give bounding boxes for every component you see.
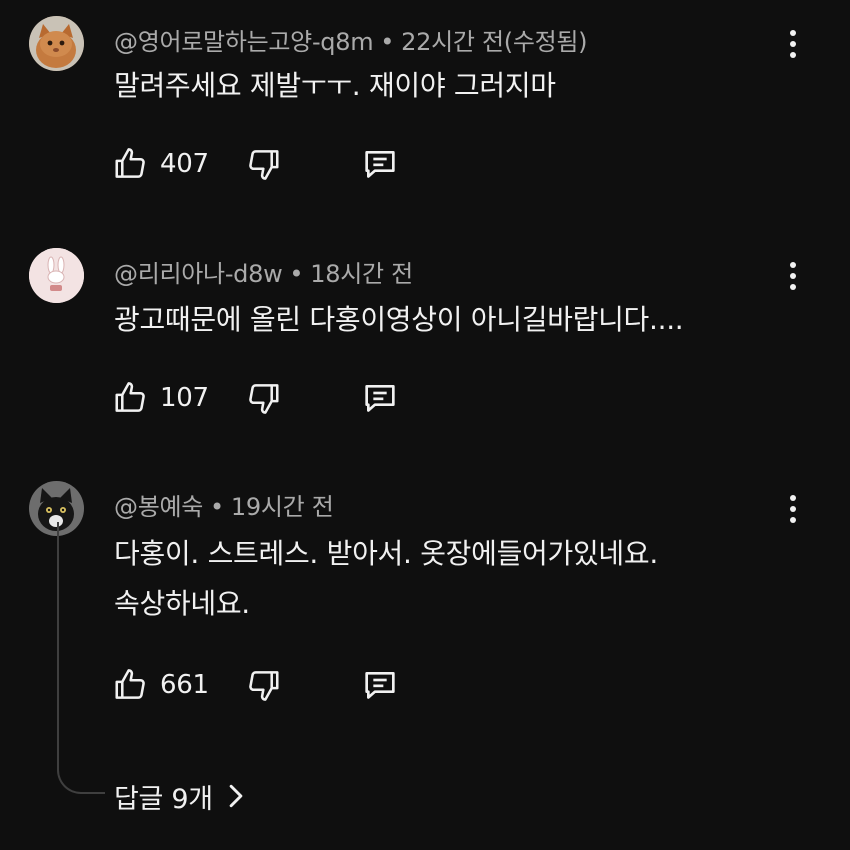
cat-photo-avatar-icon: [29, 16, 84, 71]
thumbs-down-icon: [249, 671, 279, 701]
dot: [790, 495, 796, 501]
meta-separator: •: [380, 28, 395, 56]
reply-button[interactable]: [360, 376, 400, 420]
like-count: 407: [160, 149, 209, 179]
dot: [790, 41, 796, 47]
comment-text: 다홍이. 스트레스. 받아서. 옷장에들어가있네요. 속상하네요.: [114, 530, 658, 628]
comment-reply-icon: [365, 672, 395, 699]
like-button[interactable]: 661: [112, 663, 209, 707]
more-options-button[interactable]: [780, 24, 806, 64]
dislike-button[interactable]: [244, 663, 282, 707]
view-replies-button[interactable]: 답글 9개: [114, 774, 247, 818]
meta-separator: •: [210, 493, 224, 521]
like-count: 661: [160, 670, 209, 700]
comment-item: @영어로말하는고양-q8m • 22시간 전(수정됨) 말려주세요 제발ㅜㅜ. 재이…: [0, 0, 850, 220]
comment-author[interactable]: @영어로말하는고양-q8m: [114, 28, 374, 56]
dot: [790, 262, 796, 268]
more-options-button[interactable]: [780, 489, 806, 529]
comment-text: 광고때문에 올린 다홍이영상이 아니길바랍니다....: [114, 296, 684, 344]
comment-meta: @영어로말하는고양-q8m • 22시간 전(수정됨): [114, 22, 588, 57]
thumbs-up-icon: [115, 148, 145, 178]
comment-time: 18시간 전: [310, 260, 413, 288]
bunny-avatar-icon: [29, 248, 84, 303]
dot: [790, 284, 796, 290]
reply-button[interactable]: [360, 663, 400, 707]
comment-meta: @봉예숙 • 19시간 전: [114, 487, 334, 522]
avatar[interactable]: [29, 16, 84, 71]
like-count: 107: [160, 383, 209, 413]
reply-button[interactable]: [360, 142, 400, 186]
replies-label: 답글 9개: [114, 783, 213, 815]
dot: [790, 506, 796, 512]
chevron-right-icon: [229, 784, 243, 808]
thumbs-up-icon: [115, 669, 145, 699]
like-button[interactable]: 407: [112, 142, 209, 186]
thumbs-up-icon: [115, 382, 145, 412]
comment-reply-icon: [365, 151, 395, 178]
comment-time: 19시간 전: [230, 493, 334, 521]
thumbs-down-icon: [249, 150, 279, 180]
dot: [790, 517, 796, 523]
comment-author[interactable]: @봉예숙: [114, 493, 203, 521]
dot: [790, 30, 796, 36]
meta-separator: •: [289, 260, 304, 288]
like-button[interactable]: 107: [112, 376, 209, 420]
comment-meta: @리리아나-d8w • 18시간 전: [114, 254, 413, 289]
reply-thread-line: [57, 522, 105, 794]
comment-text-line: 말려주세요 제발ㅜㅜ. 재이야 그러지마: [114, 69, 556, 102]
dot: [790, 273, 796, 279]
dot: [790, 52, 796, 58]
more-options-button[interactable]: [780, 256, 806, 296]
comment-text-line: 광고때문에 올린 다홍이영상이 아니길바랍니다....: [114, 303, 684, 336]
comment-text-line: 다홍이. 스트레스. 받아서. 옷장에들어가있네요.: [114, 537, 658, 570]
comment-text: 말려주세요 제발ㅜㅜ. 재이야 그러지마: [114, 62, 556, 110]
dislike-button[interactable]: [244, 142, 282, 186]
comment-author[interactable]: @리리아나-d8w: [114, 260, 283, 288]
thumbs-down-icon: [249, 384, 279, 414]
avatar[interactable]: [29, 248, 84, 303]
comment-time: 22시간 전(수정됨): [401, 28, 588, 56]
comment-reply-icon: [365, 385, 395, 412]
comment-text-line: 속상하네요.: [114, 587, 250, 620]
dislike-button[interactable]: [244, 376, 282, 420]
